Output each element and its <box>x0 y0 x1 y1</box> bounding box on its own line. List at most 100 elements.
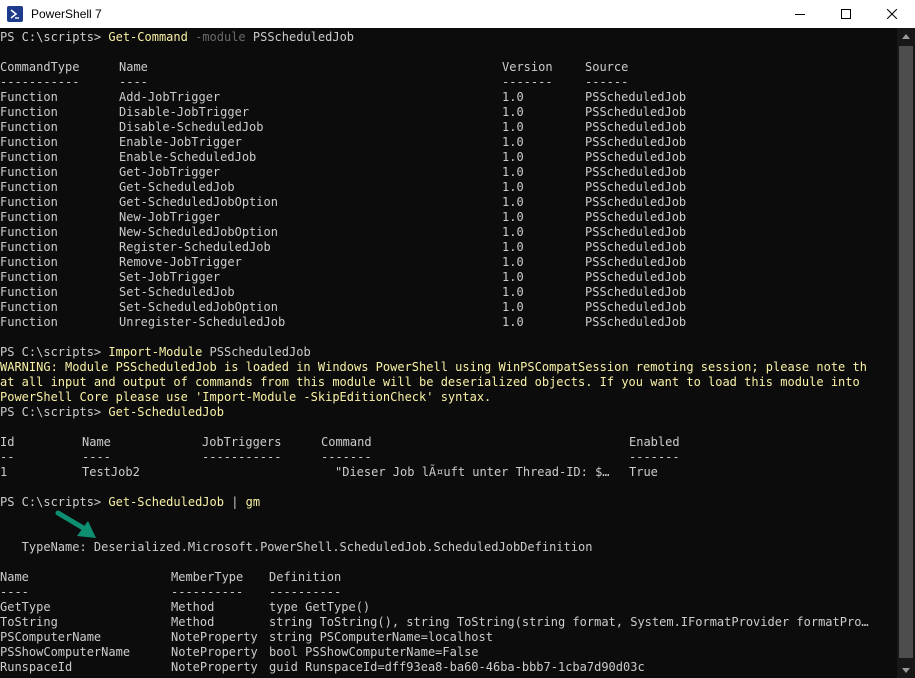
table-cell: PSScheduledJob <box>585 135 687 149</box>
table-cell: Get-JobTrigger <box>119 165 221 179</box>
table-cell: Function <box>0 270 58 284</box>
column-separator: ------- <box>321 450 372 464</box>
table-cell: PSScheduledJob <box>585 285 687 299</box>
table-cell: type GetType() <box>269 600 371 614</box>
table-cell: Function <box>0 225 58 239</box>
warning-line: PowerShell Core please use 'Import-Modul… <box>0 390 492 404</box>
table-cell: Unregister-ScheduledJob <box>119 315 286 329</box>
column-header: MemberType <box>171 570 244 584</box>
column-separator: ---- <box>82 450 111 464</box>
table-cell: Function <box>0 240 58 254</box>
table-cell: NoteProperty <box>171 630 258 644</box>
table-cell: 1.0 <box>502 300 524 314</box>
column-header: Name <box>119 60 148 74</box>
table-cell: Disable-ScheduledJob <box>119 120 264 134</box>
table-cell: 1.0 <box>502 180 524 194</box>
table-cell: Function <box>0 255 58 269</box>
column-header: JobTriggers <box>202 435 282 449</box>
table-cell: PSScheduledJob <box>585 105 687 119</box>
table-cell: PSScheduledJob <box>585 165 687 179</box>
table-cell: Enable-ScheduledJob <box>119 150 257 164</box>
command-name: Get-Command <box>108 30 188 44</box>
table-cell: 1.0 <box>502 225 524 239</box>
window-title: PowerShell 7 <box>31 7 102 21</box>
column-separator: ---- <box>119 75 148 89</box>
close-button[interactable] <box>869 0 915 28</box>
table-cell: GetType <box>0 600 51 614</box>
table-cell: PSScheduledJob <box>585 120 687 134</box>
table-cell: PSScheduledJob <box>585 150 687 164</box>
maximize-icon <box>841 9 851 19</box>
table-cell: 1.0 <box>502 255 524 269</box>
column-header: Command <box>321 435 372 449</box>
table-cell: PSScheduledJob <box>585 240 687 254</box>
command-name: Get-ScheduledJob <box>108 495 224 509</box>
table-cell: Remove-JobTrigger <box>119 255 242 269</box>
table-cell: string ToString(), string ToString(strin… <box>269 615 869 629</box>
column-separator: ---------- <box>269 585 342 599</box>
table-cell: Get-ScheduledJobOption <box>119 195 278 209</box>
table-cell: RunspaceId <box>0 660 73 674</box>
column-separator: ----------- <box>0 75 80 89</box>
column-separator: ------ <box>585 75 629 89</box>
table-cell: New-JobTrigger <box>119 210 221 224</box>
table-cell: 1.0 <box>502 240 524 254</box>
title-bar[interactable]: PowerShell 7 <box>0 0 915 28</box>
column-header: CommandType <box>0 60 80 74</box>
table-cell: PSScheduledJob <box>585 210 687 224</box>
scroll-down-button[interactable] <box>897 662 915 678</box>
table-cell: Function <box>0 135 58 149</box>
table-cell: Set-JobTrigger <box>119 270 221 284</box>
table-cell: Function <box>0 165 58 179</box>
table-cell: PSScheduledJob <box>585 315 687 329</box>
table-cell: ToString <box>0 615 58 629</box>
table-cell: PSScheduledJob <box>585 255 687 269</box>
table-cell: New-ScheduledJobOption <box>119 225 278 239</box>
table-cell: NoteProperty <box>171 645 258 659</box>
prompt: PS C:\scripts> <box>0 405 109 419</box>
table-cell: 1.0 <box>502 210 524 224</box>
prompt-line-get-scheduledjob: PS C:\scripts> Get-ScheduledJob <box>0 405 224 420</box>
table-cell: 1.0 <box>502 315 524 329</box>
table-cell: Get-ScheduledJob <box>119 180 235 194</box>
table-cell: Disable-JobTrigger <box>119 105 250 119</box>
scroll-up-button[interactable] <box>897 28 915 44</box>
prompt: PS C:\scripts> <box>0 345 109 359</box>
scrollbar-thumb[interactable] <box>899 46 913 658</box>
table-cell: Function <box>0 300 58 314</box>
table-cell: Function <box>0 315 58 329</box>
table-cell: 1.0 <box>502 270 524 284</box>
maximize-button[interactable] <box>823 0 869 28</box>
minimize-button[interactable] <box>777 0 823 28</box>
vertical-scrollbar[interactable] <box>897 28 915 678</box>
powershell-window: PowerShell 7 PS C:\scripts> Get-Command … <box>0 0 915 678</box>
table-cell: Function <box>0 105 58 119</box>
table-cell: Enable-JobTrigger <box>119 135 242 149</box>
column-separator: ------- <box>629 450 680 464</box>
column-header: Id <box>0 435 15 449</box>
table-cell: True <box>629 465 658 479</box>
prompt: PS C:\scripts> <box>0 30 109 44</box>
table-cell: PSComputerName <box>0 630 102 644</box>
table-cell: Function <box>0 210 58 224</box>
table-cell: 1.0 <box>502 195 524 209</box>
prompt-line-get-command: PS C:\scripts> Get-Command -module PSSch… <box>0 30 354 45</box>
table-cell: PSScheduledJob <box>585 270 687 284</box>
chevron-up-icon <box>902 33 910 39</box>
column-separator: -- <box>0 450 15 464</box>
minimize-icon <box>795 14 805 15</box>
prompt-line-get-member: PS C:\scripts> Get-ScheduledJob | gm <box>0 495 260 510</box>
table-cell: Function <box>0 180 58 194</box>
table-cell: 1.0 <box>502 165 524 179</box>
table-cell: bool PSShowComputerName=False <box>269 645 479 659</box>
table-cell: 1.0 <box>502 135 524 149</box>
column-separator: ------- <box>502 75 553 89</box>
column-header: Name <box>82 435 111 449</box>
pipe-operator: | <box>223 495 239 509</box>
table-cell: Function <box>0 195 58 209</box>
table-cell: NoteProperty <box>171 660 258 674</box>
close-icon <box>887 9 897 19</box>
column-header: Version <box>502 60 553 74</box>
table-cell: string PSComputerName=localhost <box>269 630 493 644</box>
console-output[interactable]: PS C:\scripts> Get-Command -module PSSch… <box>0 28 897 678</box>
